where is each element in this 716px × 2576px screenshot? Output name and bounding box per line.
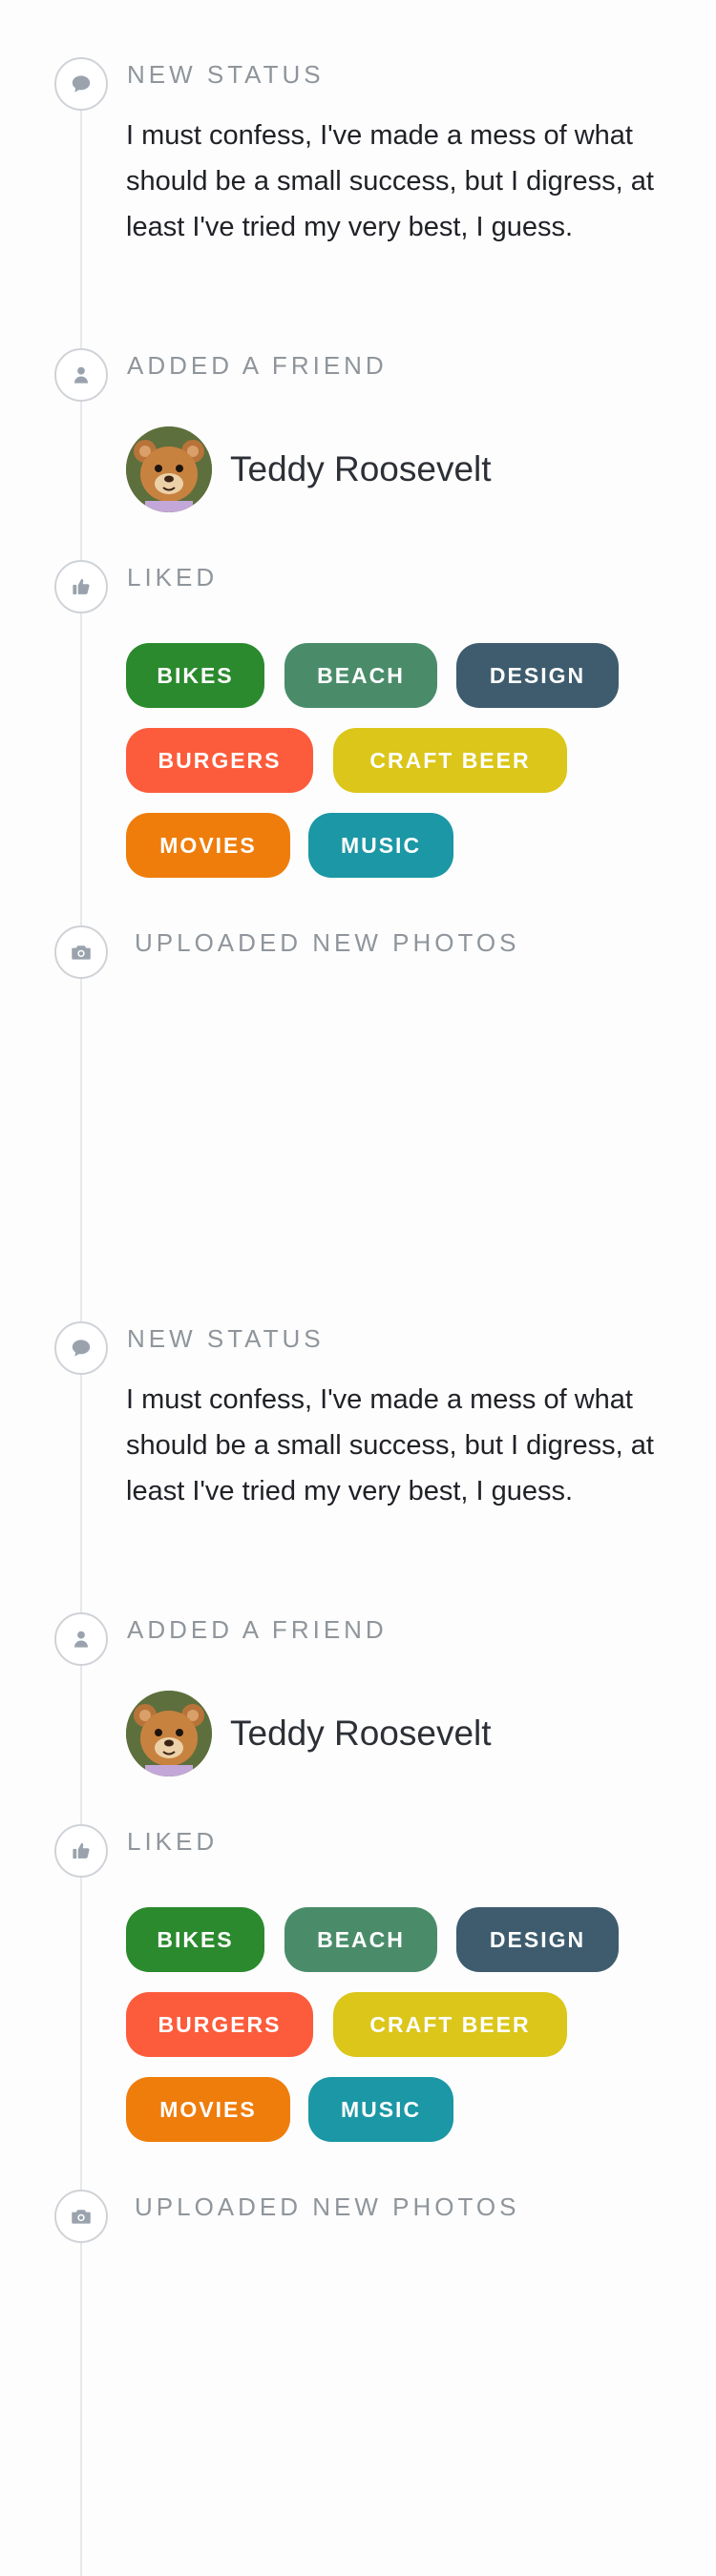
- event-title: UPLOADED NEW PHOTOS: [135, 928, 520, 957]
- tag-burgers[interactable]: BURGERS: [126, 1992, 313, 2057]
- person-icon: [74, 366, 89, 384]
- tag-bikes[interactable]: BIKES: [126, 643, 264, 708]
- timeline-icon-circle: [54, 1321, 108, 1375]
- teddy-bear-avatar[interactable]: [126, 426, 212, 512]
- timeline-icon-circle: [54, 57, 108, 111]
- tag-craft-beer[interactable]: CRAFT BEER: [333, 728, 567, 793]
- event-title: NEW STATUS: [127, 60, 325, 89]
- event-title: UPLOADED NEW PHOTOS: [135, 2192, 520, 2221]
- status-text: I must confess, I've made a mess of what…: [126, 1384, 654, 1506]
- speech-bubble-icon: [72, 1340, 91, 1357]
- timeline-icon-circle: [54, 348, 108, 402]
- teddy-bear-avatar[interactable]: [126, 1691, 212, 1776]
- tag-burgers[interactable]: BURGERS: [126, 728, 313, 793]
- tag-music[interactable]: MUSIC: [308, 2077, 453, 2142]
- tag-craft-beer[interactable]: CRAFT BEER: [333, 1992, 567, 2057]
- event-title: NEW STATUS: [127, 1324, 325, 1353]
- event-title: ADDED A FRIEND: [127, 1615, 388, 1644]
- timeline-icon-circle: [54, 1612, 108, 1666]
- tag-movies[interactable]: MOVIES: [126, 2077, 290, 2142]
- thumbs-up-icon: [73, 1842, 90, 1859]
- thumbs-up-icon: [73, 578, 90, 595]
- speech-bubble-icon: [72, 75, 91, 93]
- timeline-icon-circle: [54, 560, 108, 613]
- tag-design[interactable]: DESIGN: [456, 1907, 619, 1972]
- timeline-icon-circle: [54, 1824, 108, 1878]
- tag-bikes[interactable]: BIKES: [126, 1907, 264, 1972]
- tag-beach[interactable]: BEACH: [284, 1907, 437, 1972]
- tag-beach[interactable]: BEACH: [284, 643, 437, 708]
- camera-icon: [72, 945, 91, 960]
- tag-music[interactable]: MUSIC: [308, 813, 453, 878]
- activity-timeline: NEW STATUS I must confess, I've made a m…: [0, 0, 716, 2576]
- tag-movies[interactable]: MOVIES: [126, 813, 290, 878]
- timeline-icon-circle: [54, 925, 108, 979]
- event-title: LIKED: [127, 563, 219, 592]
- person-icon: [74, 1631, 89, 1648]
- friend-name-link[interactable]: Teddy Roosevelt: [230, 1714, 492, 1754]
- camera-icon: [72, 2210, 91, 2224]
- event-title: LIKED: [127, 1827, 219, 1856]
- status-text: I must confess, I've made a mess of what…: [126, 120, 654, 242]
- friend-name-link[interactable]: Teddy Roosevelt: [230, 449, 492, 489]
- event-title: ADDED A FRIEND: [127, 351, 388, 380]
- tag-design[interactable]: DESIGN: [456, 643, 619, 708]
- timeline-icon-circle: [54, 2190, 108, 2243]
